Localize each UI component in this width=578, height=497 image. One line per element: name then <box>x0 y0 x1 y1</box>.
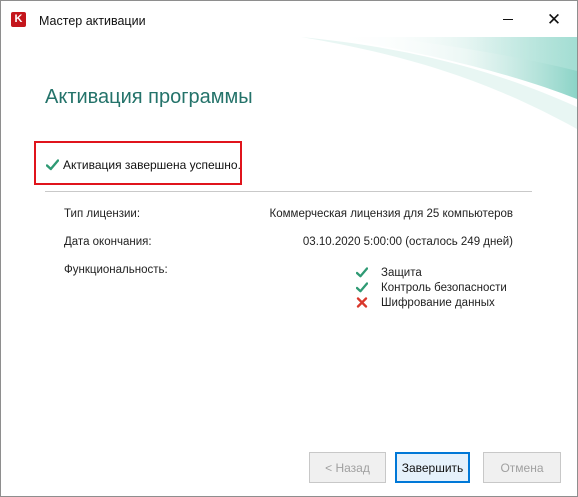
features-list: Защита Контроль безопасности Шифрование … <box>356 265 507 310</box>
status-text: Активация завершена успешно. <box>63 158 241 172</box>
check-icon <box>356 267 368 278</box>
page-heading: Активация программы <box>45 86 253 108</box>
check-icon <box>356 282 368 293</box>
minimize-icon <box>503 18 513 20</box>
close-icon: ✕ <box>546 9 562 29</box>
window-title: Мастер активации <box>39 14 146 28</box>
feature-protection: Защита <box>356 265 507 280</box>
features-label: Функциональность: <box>64 264 168 276</box>
feature-label: Защита <box>381 266 422 279</box>
divider <box>45 191 532 192</box>
header-decoration <box>301 37 577 129</box>
cross-icon <box>356 297 368 308</box>
kaspersky-app-icon: K <box>11 12 26 27</box>
feature-security-control: Контроль безопасности <box>356 280 507 295</box>
back-button[interactable]: < Назад <box>309 452 386 483</box>
minimize-button[interactable] <box>485 1 531 37</box>
license-type-label: Тип лицензии: <box>64 208 141 220</box>
activation-status: Активация завершена успешно. <box>46 158 241 172</box>
cancel-button[interactable]: Отмена <box>483 452 561 483</box>
license-type-value: Коммерческая лицензия для 25 компьютеров <box>269 208 513 220</box>
finish-button[interactable]: Завершить <box>395 452 470 483</box>
feature-label: Контроль безопасности <box>381 281 507 294</box>
check-icon <box>46 159 59 171</box>
close-button[interactable]: ✕ <box>531 1 577 37</box>
activation-wizard-window: K Мастер активации ✕ Активация программы <box>0 0 578 497</box>
feature-data-encryption: Шифрование данных <box>356 295 507 310</box>
feature-label: Шифрование данных <box>381 296 495 309</box>
expiry-date-label: Дата окончания: <box>64 236 152 248</box>
title-bar[interactable]: K Мастер активации ✕ <box>1 1 577 37</box>
expiry-date-value: 03.10.2020 5:00:00 (осталось 249 дней) <box>302 236 513 248</box>
